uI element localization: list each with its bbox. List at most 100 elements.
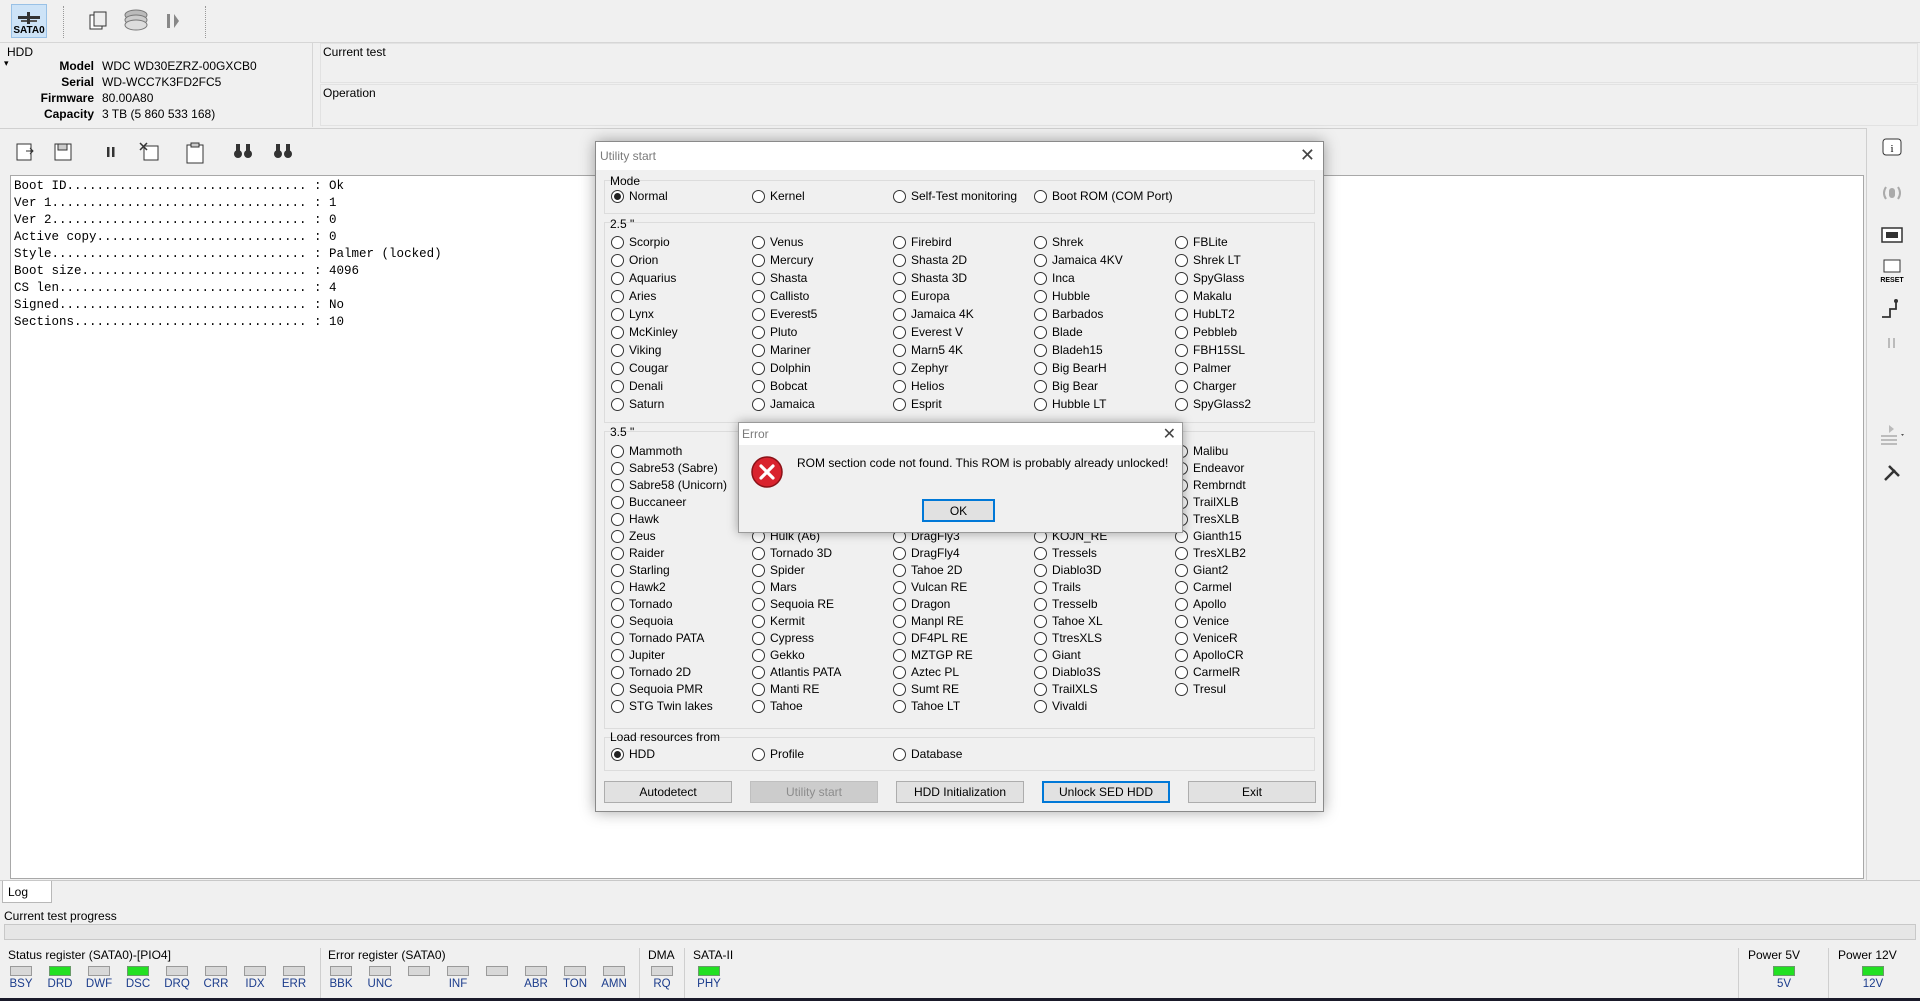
family-radio[interactable]: Scorpio — [611, 235, 670, 249]
family-radio[interactable]: Barbados — [1034, 307, 1103, 321]
radio-circle[interactable] — [893, 307, 906, 321]
family-radio[interactable]: Vulcan RE — [893, 580, 967, 594]
find-next-button[interactable] — [272, 141, 294, 164]
family-radio[interactable]: Callisto — [752, 289, 809, 303]
radio-circle[interactable] — [752, 379, 765, 393]
family-radio[interactable]: Hubble LT — [1034, 397, 1106, 411]
play-menu-button[interactable] — [1877, 420, 1907, 450]
radio-circle[interactable] — [1034, 699, 1047, 713]
audio-button[interactable] — [1877, 178, 1907, 208]
radio-circle[interactable] — [893, 546, 906, 560]
radio-circle[interactable] — [1034, 325, 1047, 339]
radio-circle[interactable] — [1175, 379, 1188, 393]
radio-circle[interactable] — [611, 189, 624, 203]
radio-circle[interactable] — [752, 235, 765, 249]
radio-circle[interactable] — [893, 747, 906, 761]
radio-circle[interactable] — [752, 307, 765, 321]
family-radio[interactable]: Shasta — [752, 271, 807, 285]
family-radio[interactable]: McKinley — [611, 325, 678, 339]
find-button[interactable] — [232, 141, 254, 164]
family-radio[interactable]: Venice — [1175, 614, 1229, 628]
family-radio[interactable]: Palmer — [1175, 361, 1231, 375]
family-radio[interactable]: Aries — [611, 289, 656, 303]
radio-circle[interactable] — [1175, 665, 1188, 679]
family-radio[interactable]: Carmel — [1175, 580, 1232, 594]
radio-circle[interactable] — [893, 397, 906, 411]
radio-circle[interactable] — [893, 563, 906, 577]
radio-circle[interactable] — [752, 325, 765, 339]
radio-circle[interactable] — [1175, 546, 1188, 560]
radio-circle[interactable] — [611, 614, 624, 628]
family-radio[interactable]: Big BearH — [1034, 361, 1107, 375]
radio-circle[interactable] — [611, 379, 624, 393]
family-radio[interactable]: Makalu — [1175, 289, 1232, 303]
radio-circle[interactable] — [752, 189, 765, 203]
family-radio[interactable]: Tornado 3D — [752, 546, 832, 560]
radio-circle[interactable] — [752, 563, 765, 577]
family-radio[interactable]: MZTGP RE — [893, 648, 973, 662]
family-radio[interactable]: Cypress — [752, 631, 814, 645]
unlock-sed-hdd-button[interactable]: Unlock SED HDD — [1042, 781, 1170, 803]
radio-circle[interactable] — [1175, 271, 1188, 285]
mode-radio[interactable]: Self-Test monitoring — [893, 189, 1017, 203]
family-radio[interactable]: Saturn — [611, 397, 664, 411]
load-source-radio[interactable]: HDD — [611, 747, 655, 761]
radio-circle[interactable] — [893, 648, 906, 662]
utility-start-button[interactable]: Utility start — [750, 781, 878, 803]
radio-circle[interactable] — [893, 235, 906, 249]
radio-circle[interactable] — [1034, 343, 1047, 357]
load-source-radio[interactable]: Database — [893, 747, 962, 761]
radio-circle[interactable] — [1034, 235, 1047, 249]
open-button[interactable] — [14, 141, 36, 166]
radio-circle[interactable] — [1034, 648, 1047, 662]
radio-circle[interactable] — [611, 580, 624, 594]
family-radio[interactable]: Mars — [752, 580, 797, 594]
memory-button[interactable] — [1877, 220, 1907, 250]
radio-circle[interactable] — [1175, 253, 1188, 267]
radio-circle[interactable] — [1034, 631, 1047, 645]
radio-circle[interactable] — [1034, 580, 1047, 594]
family-radio[interactable]: Orion — [611, 253, 658, 267]
radio-circle[interactable] — [752, 397, 765, 411]
radio-circle[interactable] — [893, 189, 906, 203]
radio-circle[interactable] — [611, 495, 624, 509]
family-radio[interactable]: TrailXLS — [1034, 682, 1098, 696]
radio-circle[interactable] — [893, 361, 906, 375]
radio-circle[interactable] — [611, 325, 624, 339]
radio-circle[interactable] — [752, 631, 765, 645]
mode-radio[interactable]: Boot ROM (COM Port) — [1034, 189, 1173, 203]
family-radio[interactable]: Mercury — [752, 253, 813, 267]
family-radio[interactable]: Apollo — [1175, 597, 1226, 611]
family-radio[interactable]: Hawk2 — [611, 580, 666, 594]
radio-circle[interactable] — [1175, 597, 1188, 611]
family-radio[interactable]: Tahoe LT — [893, 699, 960, 713]
radio-circle[interactable] — [1034, 379, 1047, 393]
family-radio[interactable]: Europa — [893, 289, 950, 303]
info-button[interactable]: i — [1877, 132, 1907, 162]
family-radio[interactable]: Marn5 4K — [893, 343, 963, 357]
family-radio[interactable]: Pluto — [752, 325, 797, 339]
mode-radio[interactable]: Kernel — [752, 189, 805, 203]
radio-circle[interactable] — [752, 648, 765, 662]
family-radio[interactable]: Inca — [1034, 271, 1075, 285]
radio-circle[interactable] — [611, 563, 624, 577]
family-radio[interactable]: Venus — [752, 235, 803, 249]
radio-circle[interactable] — [1034, 271, 1047, 285]
family-radio[interactable]: Buccaneer — [611, 495, 686, 509]
family-radio[interactable]: Rembrndt — [1175, 478, 1246, 492]
drive-stack-button[interactable] — [118, 4, 154, 38]
right-pause-button[interactable] — [1877, 328, 1907, 358]
mode-radio[interactable]: Normal — [611, 189, 668, 203]
family-radio[interactable]: Sumt RE — [893, 682, 959, 696]
family-radio[interactable]: Lynx — [611, 307, 654, 321]
family-radio[interactable]: Bladeh15 — [1034, 343, 1103, 357]
radio-circle[interactable] — [1175, 343, 1188, 357]
sata-port-button[interactable]: SATA0 — [11, 4, 47, 38]
radio-circle[interactable] — [1034, 289, 1047, 303]
radio-circle[interactable] — [893, 253, 906, 267]
save-button[interactable] — [52, 141, 74, 166]
family-radio[interactable]: Sabre58 (Unicorn) — [611, 478, 727, 492]
family-radio[interactable]: Helios — [893, 379, 944, 393]
family-radio[interactable]: Tresul — [1175, 682, 1226, 696]
load-source-radio[interactable]: Profile — [752, 747, 804, 761]
